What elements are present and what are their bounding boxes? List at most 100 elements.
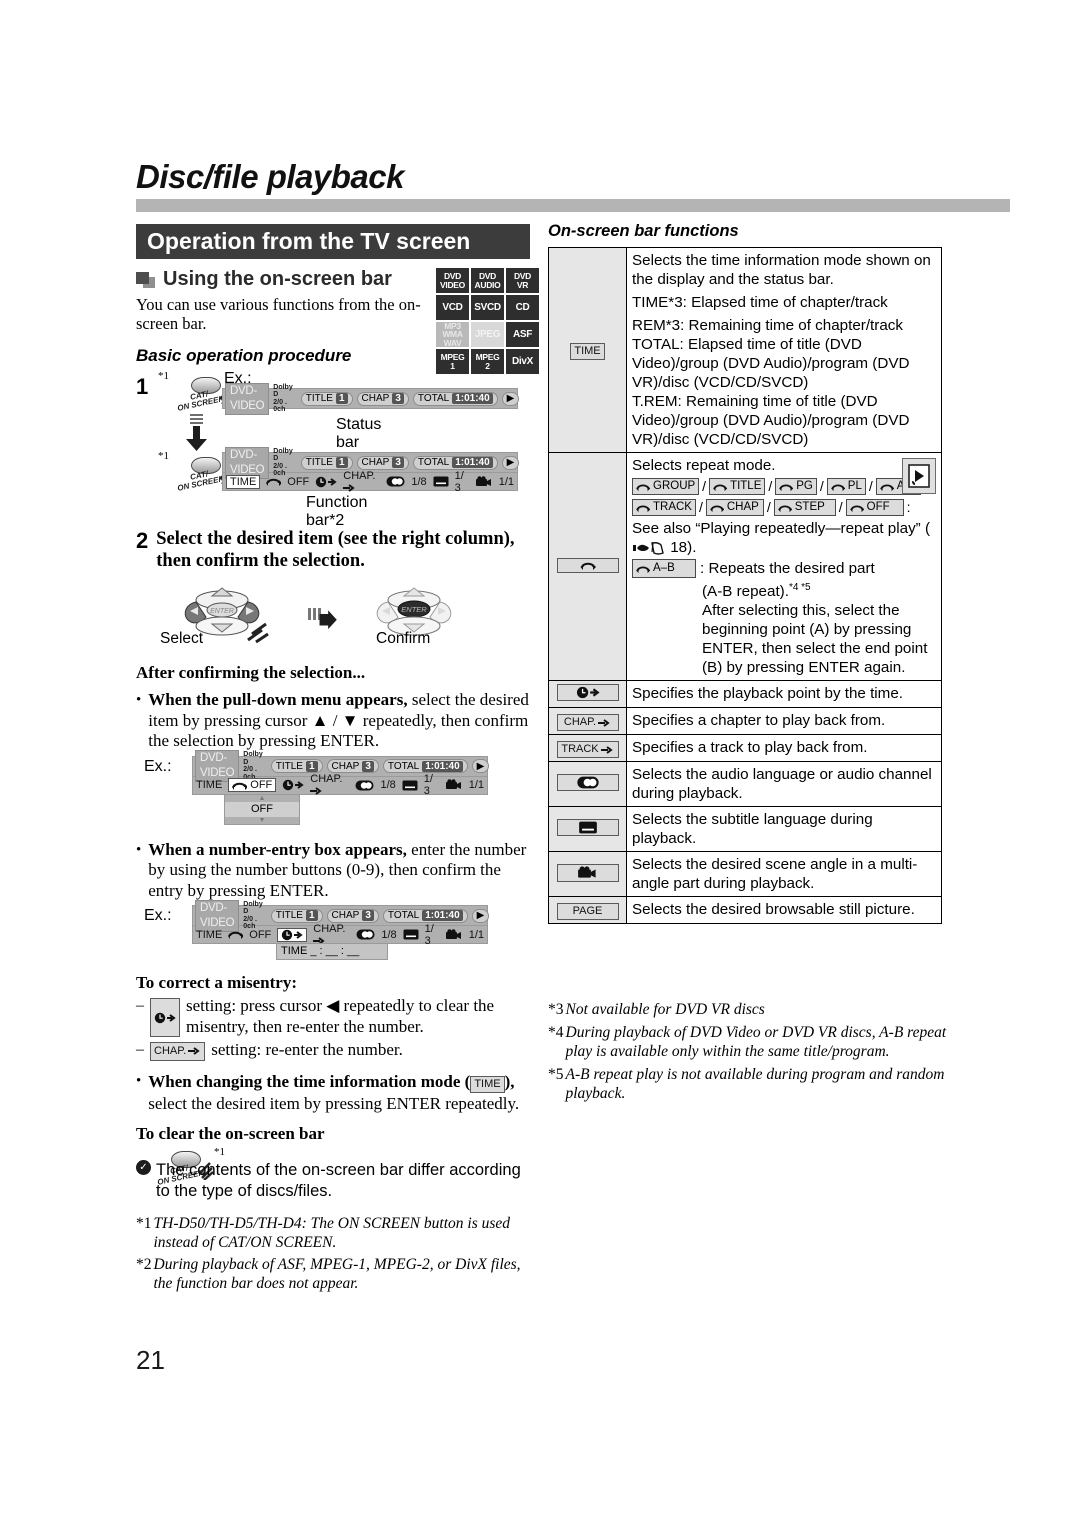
angle-chip[interactable] bbox=[556, 863, 619, 882]
repeat-icon-3[interactable] bbox=[228, 929, 244, 940]
time-search-icon[interactable] bbox=[315, 476, 337, 488]
table-row-time-search: Specifies the playback point by the time… bbox=[548, 680, 942, 709]
audio-icon[interactable] bbox=[386, 476, 405, 487]
fnbar-chapter-search[interactable]: CHAP. bbox=[343, 470, 380, 494]
angle-icon[interactable] bbox=[475, 475, 493, 488]
number-entry-box[interactable]: TIME _ : __ : __ bbox=[276, 943, 388, 960]
repeat-icon[interactable] bbox=[266, 476, 282, 487]
chapter-search-chip-2[interactable]: CHAP. bbox=[556, 714, 619, 732]
pd-fnbar-angle[interactable]: 1/1 bbox=[469, 779, 484, 791]
nb-fnbar-audio[interactable]: 1/8 bbox=[381, 929, 396, 941]
audio-chip[interactable] bbox=[556, 774, 619, 792]
bullet-3-bold: When changing the time information mode … bbox=[148, 1071, 471, 1091]
track-search-chip[interactable]: TRACK bbox=[556, 741, 619, 759]
row-icon-time-search[interactable] bbox=[548, 680, 627, 709]
disc-icon-svcd: SVCD bbox=[471, 295, 504, 320]
down-arrow-icon bbox=[186, 414, 207, 451]
time-search-chip-2[interactable] bbox=[556, 684, 619, 702]
subtitle-icon[interactable] bbox=[433, 476, 449, 487]
repeat-chip-chap[interactable]: CHAP bbox=[705, 499, 764, 516]
repeat-see-also: See also “Playing repeatedly—repeat play… bbox=[632, 520, 931, 556]
row-icon-audio[interactable] bbox=[548, 761, 627, 808]
time-search-chip[interactable] bbox=[150, 998, 180, 1037]
repeat-chip-track[interactable]: TRACK bbox=[632, 499, 696, 516]
table-row-chapter-search: CHAP. Specifies a chapter to play back f… bbox=[548, 707, 942, 736]
audio-icon-2[interactable] bbox=[355, 780, 374, 791]
nb-fnbar-subtitle[interactable]: 1/ 3 bbox=[425, 923, 440, 947]
row-icon-repeat[interactable] bbox=[548, 451, 627, 682]
nb-chapter-field: CHAP 3 bbox=[326, 908, 379, 923]
repeat-chip-pl[interactable]: PL bbox=[826, 478, 866, 495]
time-search-icon-3[interactable] bbox=[277, 927, 308, 942]
status-play-icon: ▶ bbox=[501, 391, 520, 406]
pd-fnbar-time[interactable]: TIME bbox=[196, 779, 222, 791]
example-label-3: Ex.: bbox=[144, 907, 172, 924]
fnbar-audio-value[interactable]: 1/8 bbox=[411, 476, 426, 488]
pd-chapter-field: CHAP 3 bbox=[326, 759, 379, 773]
pd-fnbar-subtitle[interactable]: 1/ 3 bbox=[424, 773, 440, 797]
nb-fnbar-repeat[interactable]: OFF bbox=[249, 929, 271, 941]
row-icon-angle[interactable] bbox=[548, 851, 627, 898]
page-chip[interactable]: PAGE bbox=[556, 903, 619, 921]
clear-onscreen-heading: To clear the on-screen bar bbox=[136, 1123, 325, 1143]
repeat-intro: Selects repeat mode. bbox=[632, 457, 776, 474]
angle-icon-3[interactable] bbox=[445, 928, 463, 941]
pd-repeat-selected[interactable]: OFF bbox=[228, 778, 277, 792]
row-icon-chapter-search[interactable]: CHAP. bbox=[548, 707, 627, 736]
subtitle-icon-2[interactable] bbox=[402, 780, 418, 791]
nb-fnbar-time[interactable]: TIME bbox=[196, 929, 222, 941]
nb-fnbar-angle[interactable]: 1/1 bbox=[469, 929, 484, 941]
repeat-chip-step[interactable]: STEP bbox=[773, 499, 836, 516]
fnbar-subtitle-value[interactable]: 1/ 3 bbox=[455, 470, 470, 494]
repeat-chips-row-1: GROUP/ TITLE/ PG/ PL/ ALL/ bbox=[632, 477, 928, 496]
repeat-chip[interactable] bbox=[556, 558, 619, 574]
audio-icon-3[interactable] bbox=[356, 929, 375, 940]
time-mode-chip[interactable]: TIME bbox=[470, 1075, 505, 1093]
footnote-4-text: During playback of DVD Video or DVD VR d… bbox=[565, 1024, 947, 1060]
pulldown-value[interactable]: OFF bbox=[225, 801, 299, 817]
functions-table-heading: On-screen bar functions bbox=[548, 222, 739, 240]
pd-fnbar-audio[interactable]: 1/8 bbox=[380, 779, 395, 791]
fnbar-angle-value[interactable]: 1/1 bbox=[499, 476, 514, 488]
ab-repeat-text2: (A-B repeat).*4 *5 bbox=[702, 582, 811, 601]
table-row-audio: Selects the audio language or audio chan… bbox=[548, 761, 942, 808]
correct-misentry-item-2: – CHAP. setting: re-enter the number. bbox=[136, 1040, 536, 1061]
after-confirming-block: After confirming the selection... • When… bbox=[136, 663, 536, 1200]
see-also-hand-icon bbox=[632, 541, 666, 555]
repeat-chip-group[interactable]: GROUP bbox=[632, 478, 700, 495]
pd-total-field: TOTAL 1:01:40 bbox=[382, 759, 468, 773]
select-label: Select bbox=[160, 630, 204, 647]
time-desc-line-4: T.REM: Remaining time of title (DVD Vide… bbox=[632, 393, 910, 448]
nb-play-icon: ▶ bbox=[471, 908, 490, 923]
time-search-icon-2[interactable] bbox=[282, 779, 304, 791]
numberentry-example-bar: DVD-VIDEO Dolby D 2/0 . 0ch TITLE 1 CHAP 3… bbox=[192, 899, 490, 947]
correct-misentry-item-1: – setting: press cursor ◀ repeatedly to … bbox=[136, 996, 536, 1037]
time-desc-line-0: Selects the time information mode shown … bbox=[632, 252, 931, 288]
subtitle-chip[interactable] bbox=[556, 819, 619, 837]
repeat-chip-pg[interactable]: PG bbox=[775, 478, 817, 495]
supported-disc-icons: DVD VIDEO DVD AUDIO DVD VR VCD SVCD CD MP3 W… bbox=[436, 268, 539, 374]
dash-icon-1: – bbox=[136, 997, 144, 1014]
fnbar-repeat-value[interactable]: OFF bbox=[287, 476, 309, 488]
pulldown-down-arrow-icon[interactable]: ▼ bbox=[225, 817, 299, 824]
pd-fnbar-chapter[interactable]: CHAP. bbox=[310, 773, 349, 797]
chapter-search-chip[interactable]: CHAP. bbox=[150, 1042, 206, 1061]
repeat-chip-title[interactable]: TITLE bbox=[709, 478, 766, 495]
pulldown-menu[interactable]: ▲ OFF ▼ bbox=[224, 793, 300, 825]
pulldown-up-arrow-icon[interactable]: ▲ bbox=[225, 795, 299, 802]
row-desc-time-search: Specifies the playback point by the time… bbox=[626, 680, 942, 709]
section-heading-label: Operation from the TV screen bbox=[147, 228, 471, 254]
repeat-chip-off[interactable]: OFF bbox=[845, 499, 904, 516]
step-1-number: 1 bbox=[136, 374, 149, 399]
function-bar-caption: Function bar*2 bbox=[306, 494, 368, 529]
subtitle-icon-3[interactable] bbox=[403, 929, 419, 940]
row-icon-track-search[interactable]: TRACK bbox=[548, 734, 627, 763]
angle-icon-2[interactable] bbox=[445, 779, 463, 791]
row-icon-time[interactable]: TIME bbox=[548, 247, 627, 453]
time-chip[interactable]: TIME bbox=[570, 343, 605, 360]
row-icon-subtitle[interactable] bbox=[548, 806, 627, 853]
nb-disc-type: DVD-VIDEO bbox=[195, 899, 240, 932]
row-icon-page[interactable]: PAGE bbox=[548, 896, 627, 925]
repeat-chip-ab[interactable]: A–B bbox=[632, 559, 696, 578]
fnbar-time-item[interactable]: TIME bbox=[226, 474, 261, 489]
